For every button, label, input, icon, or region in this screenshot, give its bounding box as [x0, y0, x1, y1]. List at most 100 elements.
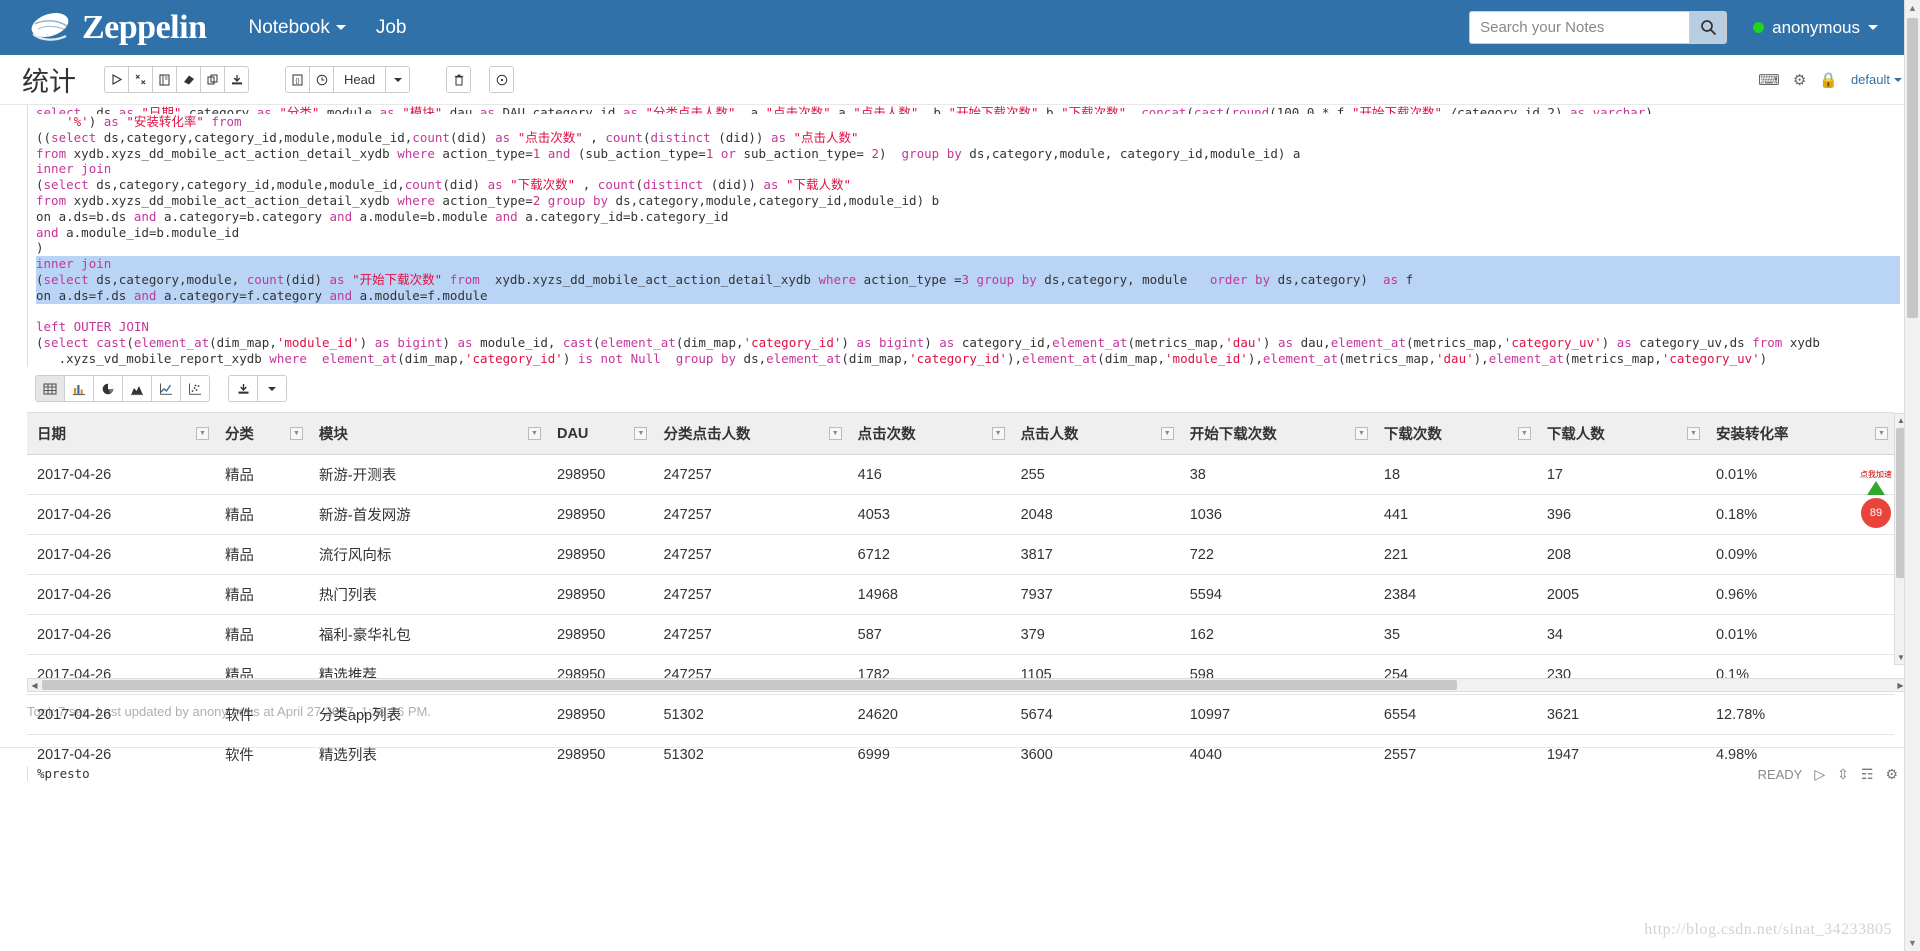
table-header-cell[interactable]: 日期 ▼ — [27, 413, 215, 455]
table-cell: 新游-开测表 — [308, 454, 547, 495]
table-header-label: 分类 — [224, 427, 254, 443]
toggle-collapse-button[interactable] — [128, 66, 153, 93]
table-cell: 1036 — [1179, 494, 1374, 535]
column-filter-icon[interactable]: ▼ — [1686, 427, 1700, 440]
online-status-icon — [1753, 22, 1765, 33]
schedule-note-button[interactable] — [489, 66, 515, 93]
table-header-cell[interactable]: 开始下载次数 ▼ — [1179, 413, 1374, 455]
download-format-dropdown[interactable] — [257, 375, 287, 402]
table-header-label: 日期 — [37, 427, 66, 443]
table-header-cell[interactable]: 分类 ▼ — [214, 413, 309, 455]
interpreter-label: default — [1850, 72, 1890, 87]
column-filter-icon[interactable]: ▼ — [1354, 427, 1368, 440]
chevron-down-icon — [1894, 77, 1902, 82]
table-header-cell[interactable]: 点击人数 ▼ — [1010, 413, 1180, 455]
table-cell: 51302 — [663, 746, 704, 763]
lock-icon[interactable]: 🔒 — [1819, 71, 1838, 89]
clock-icon — [316, 74, 327, 85]
code-line[interactable]: inner join — [36, 161, 1900, 177]
table-header-cell[interactable]: 下载次数 ▼ — [1373, 413, 1537, 455]
table-horizontal-scrollbar[interactable]: ◀ ▶ — [27, 678, 1908, 692]
column-filter-icon[interactable]: ▼ — [991, 427, 1005, 440]
table-cell: 12.78% — [1705, 694, 1894, 735]
result-table-body: 2017-04-26 精品 新游-开测表 298950 247257 416 255 38 18… — [27, 454, 1894, 775]
code-line[interactable]: (select cast(element_at(dim_map,'module_… — [36, 335, 1900, 351]
code-line[interactable]: ((select ds,category,category_id,module,… — [36, 130, 1900, 146]
page-scroll-up-icon[interactable]: ▲ — [1905, 0, 1920, 16]
viz-type-group — [35, 375, 210, 402]
code-line[interactable] — [36, 304, 1900, 320]
code-line[interactable]: on a.ds=b.ds and a.category=b.category a… — [36, 209, 1900, 225]
column-filter-icon[interactable]: ▼ — [828, 427, 842, 440]
table-header-cell[interactable]: 模块 ▼ — [308, 413, 547, 455]
chevron-down-icon — [393, 77, 402, 82]
interpreter-binding-selector[interactable]: default — [1851, 72, 1902, 87]
table-row: 2017-04-26 精品 热门列表 298950 247257 14968 7937 559… — [27, 574, 1894, 615]
search-input[interactable] — [1469, 11, 1690, 44]
gear-icon[interactable]: ⚙ — [1793, 71, 1806, 89]
head-size-dropdown[interactable] — [385, 66, 411, 93]
code-line[interactable]: and a.module_id=b.module_id — [36, 225, 1900, 241]
table-header-cell[interactable]: 点击次数 ▼ — [847, 413, 1011, 455]
code-line[interactable]: (select ds,category,module, count(did) a… — [36, 271, 1900, 288]
page-scroll-thumb[interactable] — [1907, 18, 1918, 318]
scatter-chart-view-button[interactable] — [180, 375, 210, 402]
bar-chart-view-button[interactable] — [64, 375, 94, 402]
table-cell: 0.01% — [1705, 614, 1894, 655]
user-menu[interactable]: anonymous — [1753, 18, 1878, 38]
table-cell: 14968 — [847, 574, 1011, 615]
table-view-button[interactable] — [35, 375, 65, 402]
line-chart-view-button[interactable] — [151, 375, 181, 402]
column-filter-icon[interactable]: ▼ — [289, 427, 303, 440]
show-output-button[interactable] — [309, 66, 334, 93]
code-line[interactable]: .xyzs_vd_mobile_report_xydb where elemen… — [36, 351, 1900, 367]
floating-promo-widget[interactable]: 点我加速 89 — [1854, 470, 1898, 528]
export-note-button[interactable] — [224, 66, 249, 93]
scroll-left-icon[interactable]: ◀ — [28, 679, 41, 691]
code-line[interactable]: from xydb.xyzs_dd_mobile_act_action_deta… — [36, 146, 1900, 162]
table-header-cell[interactable]: DAU ▼ — [546, 413, 654, 455]
nav-item-job[interactable]: Job — [376, 17, 407, 39]
code-line[interactable]: from xydb.xyzs_dd_mobile_act_action_deta… — [36, 193, 1900, 209]
page-scroll-down-icon[interactable]: ▼ — [1905, 935, 1920, 951]
column-filter-icon[interactable]: ▼ — [1875, 427, 1888, 440]
brand-logo-group[interactable]: Zeppelin — [28, 9, 207, 47]
clone-note-button[interactable] — [200, 66, 225, 93]
toggle-code-button[interactable] — [152, 66, 177, 93]
sql-code-body[interactable]: select ds as "日期",category as "分类",modul… — [36, 105, 1900, 367]
table-header-cell[interactable]: 下载人数 ▼ — [1536, 413, 1706, 455]
column-filter-icon[interactable]: ▼ — [1160, 427, 1174, 440]
run-all-button[interactable] — [104, 66, 129, 93]
clone-icon — [207, 74, 218, 85]
sql-code-editor[interactable]: select ds as "日期",category as "分类",modul… — [27, 105, 1900, 367]
code-line[interactable]: (select ds,category,category_id,module,m… — [36, 177, 1900, 193]
column-filter-icon[interactable]: ▼ — [1517, 427, 1531, 440]
horizontal-scroll-thumb[interactable] — [42, 680, 1457, 690]
show-code-button[interactable]: {} — [285, 66, 310, 93]
code-line[interactable]: inner join — [36, 256, 1900, 272]
table-header-cell[interactable]: 安装转化率 ▼ — [1705, 413, 1894, 455]
code-line[interactable]: select ds as "日期",category as "分类",modul… — [36, 105, 1900, 114]
note-action-group — [104, 66, 249, 93]
download-results-button[interactable] — [228, 375, 258, 402]
code-line[interactable]: ) — [36, 240, 1900, 256]
code-line[interactable]: left OUTER JOIN — [36, 319, 1900, 335]
code-line[interactable]: '%') as "安装转化率" from — [36, 114, 1900, 130]
column-filter-icon[interactable]: ▼ — [634, 427, 648, 440]
column-filter-icon[interactable]: ▼ — [527, 427, 541, 440]
table-cell: 精品 — [214, 494, 309, 535]
delete-note-button[interactable] — [446, 66, 472, 93]
area-chart-view-button[interactable] — [122, 375, 152, 402]
page-scrollbar[interactable]: ▲ ▼ — [1904, 0, 1920, 951]
table-header-label: 下载人数 — [1546, 427, 1605, 443]
keyboard-icon[interactable]: ⌨ — [1758, 71, 1780, 89]
column-filter-icon[interactable]: ▼ — [195, 427, 209, 440]
nav-item-notebook[interactable]: Notebook — [248, 17, 346, 39]
head-size-label[interactable]: Head — [333, 66, 387, 93]
clear-output-button[interactable] — [176, 66, 201, 93]
code-line[interactable]: on a.ds=f.ds and a.category=f.category a… — [36, 287, 1900, 304]
table-header-cell[interactable]: 分类点击人数 ▼ — [653, 413, 848, 455]
search-button[interactable] — [1689, 11, 1728, 44]
table-header-row: 日期 ▼ 分类 ▼ 模块 ▼ DAU ▼ 分类点击人数 ▼ 点击次数 ▼ 点击人数 ▼ 开始下载次数 ▼ 下载次… — [27, 413, 1894, 455]
pie-chart-view-button[interactable] — [93, 375, 123, 402]
